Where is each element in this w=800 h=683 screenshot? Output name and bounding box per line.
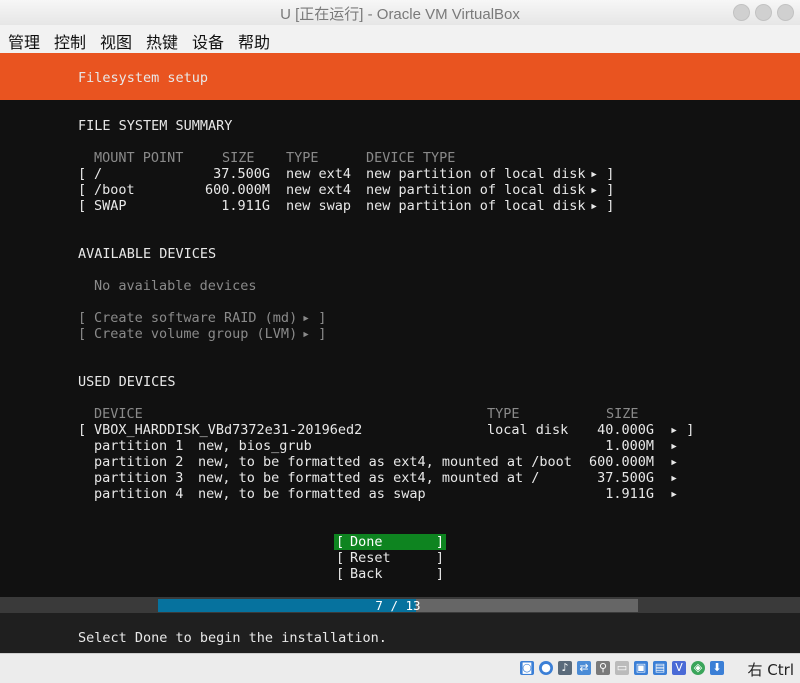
available-heading: AVAILABLE DEVICES [78, 246, 217, 262]
chevron-right-icon: ▸ [670, 470, 679, 486]
shared-folder-icon[interactable]: ▭ [615, 661, 629, 675]
menu-hotkey[interactable]: 热键 [146, 29, 178, 53]
maximize-button[interactable] [755, 4, 772, 21]
statusbar: ◙ ● ♪ ⇄ ⚲ ▭ ▣ ▤ V ◈ ⬇ 右 Ctrl [0, 653, 800, 683]
installer-title: Filesystem setup [78, 70, 209, 86]
reset-button[interactable]: [Reset] [334, 550, 446, 566]
done-button[interactable]: [Done] [334, 534, 446, 550]
keyboard-capture-icon[interactable]: ⬇ [710, 661, 724, 675]
chevron-right-icon: ▸ ] [590, 166, 615, 182]
col-size: SIZE [222, 150, 255, 166]
col-device-type: DEVICE TYPE [366, 150, 456, 166]
usb-icon[interactable]: ⚲ [596, 661, 610, 675]
summary-heading: FILE SYSTEM SUMMARY [78, 118, 233, 134]
network-icon[interactable]: ⇄ [577, 661, 591, 675]
host-key-label: 右 Ctrl [747, 661, 794, 679]
chevron-right-icon: ▸ ] [590, 182, 615, 198]
col-device: DEVICE [94, 406, 143, 422]
audio-icon[interactable]: ♪ [558, 661, 572, 675]
close-button[interactable] [777, 4, 794, 21]
window-title: U [正在运行] - Oracle VM VirtualBox [280, 6, 520, 23]
menu-view[interactable]: 视图 [100, 29, 132, 53]
chevron-right-icon: ▸ [670, 454, 679, 470]
col-type: TYPE [286, 150, 319, 166]
chevron-right-icon: ▸ ] [590, 198, 615, 214]
used-heading: USED DEVICES [78, 374, 176, 390]
window-titlebar: U [正在运行] - Oracle VM VirtualBox [0, 0, 800, 26]
menu-control[interactable]: 控制 [54, 29, 86, 53]
no-devices-text: No available devices [94, 278, 257, 294]
menubar: 管理 控制 视图 热键 设备 帮助 [0, 25, 800, 52]
minimize-button[interactable] [733, 4, 750, 21]
menu-devices[interactable]: 设备 [192, 29, 224, 53]
virtualization-icon[interactable]: V [672, 661, 686, 675]
chevron-right-icon: ▸ [670, 438, 679, 454]
menu-help[interactable]: 帮助 [238, 29, 270, 53]
mouse-integration-icon[interactable]: ◈ [691, 661, 705, 675]
chevron-right-icon: ▸ ] [302, 310, 327, 326]
col-used-size: SIZE [606, 406, 639, 422]
video-capture-icon[interactable]: ▤ [653, 661, 667, 675]
chevron-right-icon: ▸ [670, 486, 679, 502]
progress-text: 7 / 13 [375, 598, 421, 613]
back-button[interactable]: [Back] [334, 566, 446, 582]
installer-header: Filesystem setup [0, 53, 800, 100]
chevron-right-icon: ▸ ] [670, 422, 695, 438]
hard-disk-icon[interactable]: ◙ [520, 661, 534, 675]
footer-band: Select Done to begin the installation. [0, 613, 800, 653]
vm-screen[interactable]: Filesystem setup FILE SYSTEM SUMMARY MOU… [0, 53, 800, 653]
col-mount-point: MOUNT POINT [94, 150, 184, 166]
col-used-type: TYPE [487, 406, 520, 422]
disk-name: VBOX_HARDDISK_VBd7372e31-20196ed2 [94, 422, 363, 438]
display-icon[interactable]: ▣ [634, 661, 648, 675]
footer-hint: Select Done to begin the installation. [78, 630, 387, 646]
optical-drive-icon[interactable]: ● [539, 661, 553, 675]
menu-manage[interactable]: 管理 [8, 29, 40, 53]
chevron-right-icon: ▸ ] [302, 326, 327, 342]
